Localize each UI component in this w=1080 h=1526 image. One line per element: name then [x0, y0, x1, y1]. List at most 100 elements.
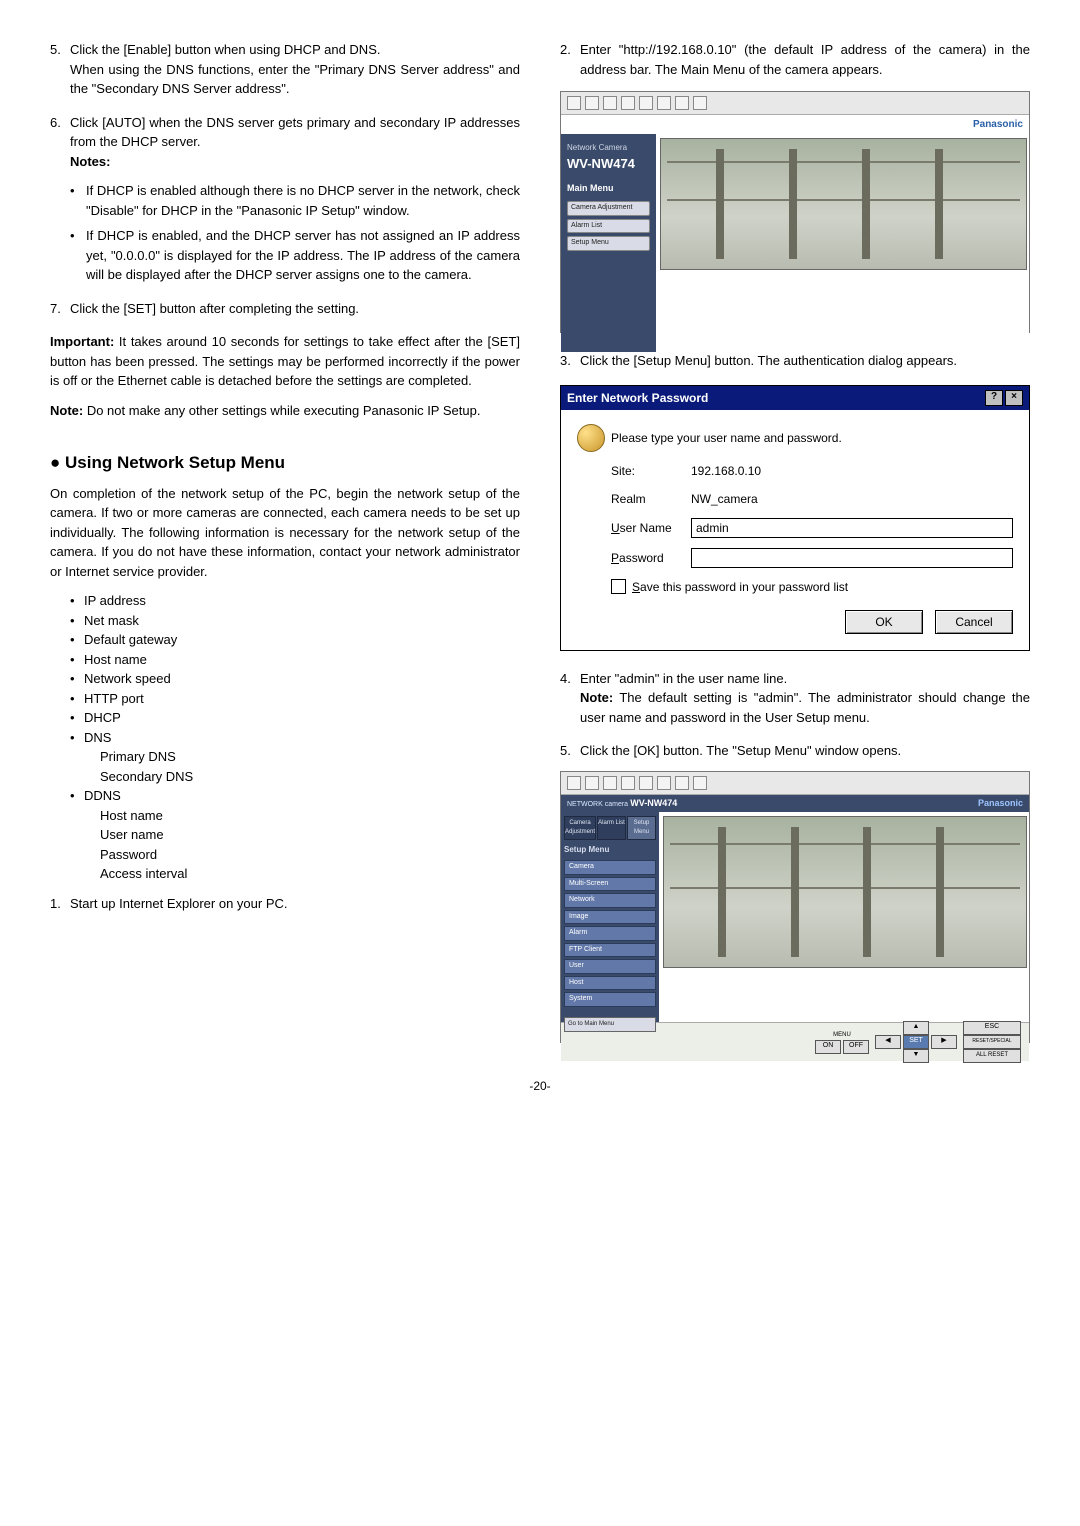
setup-item-camera[interactable]: Camera — [564, 860, 656, 875]
arrow-right-icon[interactable]: ▶ — [931, 1035, 957, 1049]
menu-off-button[interactable]: OFF — [843, 1040, 869, 1054]
tab-alarm-list[interactable]: Alarm List — [597, 816, 626, 840]
set-button[interactable]: SET — [903, 1035, 929, 1049]
help-icon[interactable]: ? — [985, 390, 1003, 406]
toolbar-button[interactable] — [603, 96, 617, 110]
toolbar-button[interactable] — [567, 96, 581, 110]
screenshot-setup-menu: NETWORK camera WV-NW474 Panasonic Camera… — [560, 771, 1030, 1043]
step-number: 5. — [50, 40, 70, 99]
toolbar-button[interactable] — [621, 776, 635, 790]
save-password-checkbox[interactable] — [611, 579, 626, 594]
setup-menu-button[interactable]: Setup Menu — [567, 236, 650, 251]
important-text: It takes around 10 seconds for settings … — [50, 334, 520, 388]
step4-note-label: Note: — [580, 690, 613, 705]
setup-item-multiscreen[interactable]: Multi-Screen — [564, 877, 656, 892]
section-title: ● Using Network Setup Menu — [50, 450, 520, 476]
camera-adjustment-button[interactable]: Camera Adjustment — [567, 201, 650, 216]
toolbar-button[interactable] — [585, 96, 599, 110]
ok-button[interactable]: OK — [845, 610, 923, 634]
go-main-menu-button[interactable]: Go to Main Menu — [564, 1017, 656, 1032]
screenshot-main-menu: Panasonic Network Camera WV-NW474 Main M… — [560, 91, 1030, 333]
close-icon[interactable]: × — [1005, 390, 1023, 406]
esc-button[interactable]: ESC — [963, 1021, 1021, 1035]
toolbar-button[interactable] — [693, 776, 707, 790]
setup-item-alarm[interactable]: Alarm — [564, 926, 656, 941]
toolbar-button[interactable] — [693, 96, 707, 110]
important-label: Important: — [50, 334, 114, 349]
network-camera-label: Network Camera — [567, 142, 650, 154]
toolbar-button[interactable] — [585, 776, 599, 790]
left-column: 5. Click the [Enable] button when using … — [50, 40, 520, 1047]
bullet-icon: • — [70, 181, 86, 220]
site-label: Site: — [611, 464, 635, 478]
toolbar-button[interactable] — [657, 776, 671, 790]
step5-text-b: When using the DNS functions, enter the … — [70, 62, 520, 97]
save-password-label: Save this password in your password list — [632, 578, 848, 596]
setup-menu-title: Setup Menu — [564, 844, 656, 856]
arrow-down-icon[interactable]: ▼ — [903, 1049, 929, 1063]
step-number: 1. — [50, 894, 70, 914]
step1-text: Start up Internet Explorer on your PC. — [70, 894, 520, 914]
camera-live-view — [660, 138, 1027, 270]
all-reset-button[interactable]: ALL RESET — [963, 1049, 1021, 1063]
list-subitem: Host name — [50, 806, 520, 826]
toolbar-button[interactable] — [621, 96, 635, 110]
setup-item-system[interactable]: System — [564, 992, 656, 1007]
setup-item-host[interactable]: Host — [564, 976, 656, 991]
dialog-prompt: Please type your user name and password. — [611, 429, 842, 447]
step5-text-a: Click the [Enable] button when using DHC… — [70, 42, 380, 57]
sidebar: Camera Adjustment Alarm List Setup Menu … — [561, 812, 659, 1022]
main-menu-title: Main Menu — [567, 182, 650, 196]
list-item: DDNS — [84, 786, 121, 806]
right-column: 2. Enter "http://192.168.0.10" (the defa… — [560, 40, 1030, 1047]
key-icon — [577, 424, 605, 452]
step-number: 5. — [560, 741, 580, 761]
toolbar-button[interactable] — [639, 776, 653, 790]
network-camera-logo: NETWORK camera — [567, 801, 628, 808]
list-subitem: Access interval — [50, 864, 520, 884]
dialog-title: Enter Network Password — [567, 389, 708, 407]
list-subitem: User name — [50, 825, 520, 845]
note1-text: If DHCP is enabled although there is no … — [86, 181, 520, 220]
arrow-left-icon[interactable]: ◀ — [875, 1035, 901, 1049]
menu-on-button[interactable]: ON — [815, 1040, 841, 1054]
step7-text: Click the [SET] button after completing … — [70, 299, 520, 319]
setup-item-ftp[interactable]: FTP Client — [564, 943, 656, 958]
site-value: 192.168.0.10 — [691, 462, 1013, 480]
list-subitem: Secondary DNS — [50, 767, 520, 787]
cancel-button[interactable]: Cancel — [935, 610, 1013, 634]
setup-item-network[interactable]: Network — [564, 893, 656, 908]
toolbar-button[interactable] — [603, 776, 617, 790]
list-item: DNS — [84, 728, 111, 748]
step-number: 6. — [50, 113, 70, 172]
menu-label: MENU — [833, 1031, 851, 1040]
list-item: HTTP port — [84, 689, 144, 709]
browser-toolbar — [561, 772, 1029, 795]
tab-setup-menu[interactable]: Setup Menu — [627, 816, 656, 840]
step-number: 2. — [560, 40, 580, 79]
reset-special-button[interactable]: RESET/SPECIAL — [963, 1035, 1021, 1049]
list-item: IP address — [84, 591, 146, 611]
list-item: Net mask — [84, 611, 139, 631]
list-item: Network speed — [84, 669, 171, 689]
toolbar-button[interactable] — [675, 96, 689, 110]
list-item: Default gateway — [84, 630, 177, 650]
realm-value: NW_camera — [691, 490, 1013, 508]
page-number: -20- — [50, 1077, 1030, 1095]
step-number: 7. — [50, 299, 70, 319]
toolbar-button[interactable] — [639, 96, 653, 110]
step6-text: Click [AUTO] when the DNS server gets pr… — [70, 115, 520, 150]
setup-item-image[interactable]: Image — [564, 910, 656, 925]
toolbar-button[interactable] — [657, 96, 671, 110]
toolbar-button[interactable] — [567, 776, 581, 790]
note2-text: If DHCP is enabled, and the DHCP server … — [86, 226, 520, 285]
username-input[interactable] — [691, 518, 1013, 538]
setup-item-user[interactable]: User — [564, 959, 656, 974]
arrow-up-icon[interactable]: ▲ — [903, 1021, 929, 1035]
toolbar-button[interactable] — [675, 776, 689, 790]
password-input[interactable] — [691, 548, 1013, 568]
brand-label: Panasonic — [978, 797, 1023, 811]
sidebar: Network Camera WV-NW474 Main Menu Camera… — [561, 134, 656, 352]
alarm-list-button[interactable]: Alarm List — [567, 219, 650, 234]
tab-camera-adjustment[interactable]: Camera Adjustment — [564, 816, 596, 840]
